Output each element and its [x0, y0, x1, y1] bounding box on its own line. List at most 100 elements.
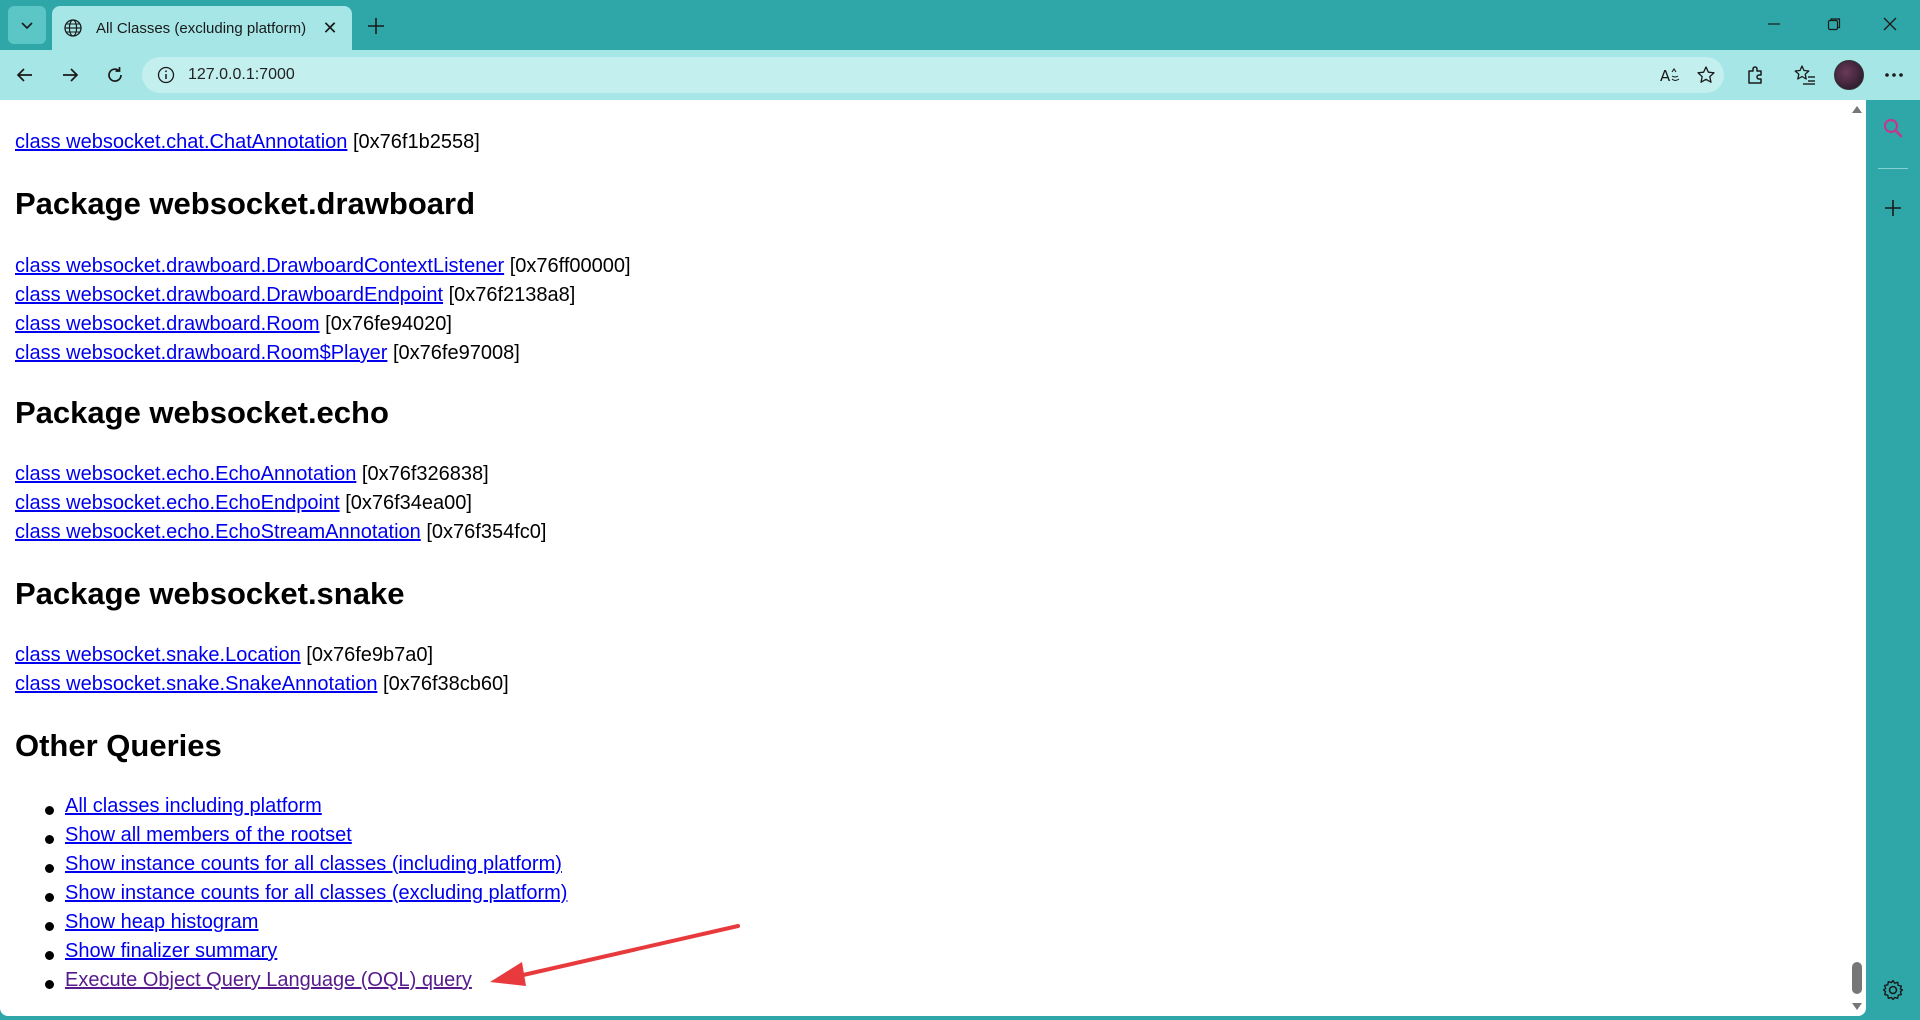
- address-bar[interactable]: 127.0.0.1:7000 A: [142, 57, 1724, 93]
- query-link-heap-histogram[interactable]: Show heap histogram: [65, 911, 258, 933]
- query-item: All classes including platform: [65, 792, 322, 821]
- read-aloud-icon[interactable]: A: [1652, 57, 1688, 93]
- scroll-up-arrow[interactable]: [1852, 106, 1862, 113]
- refresh-icon: [108, 67, 122, 82]
- tab-close-button[interactable]: ✕: [318, 16, 342, 40]
- ellipsis-icon: [1885, 73, 1903, 77]
- sidebar-search-button[interactable]: [1875, 110, 1911, 146]
- vertical-scrollbar[interactable]: [1848, 100, 1866, 1016]
- list-bullet: [45, 835, 54, 844]
- chevron-down-icon: [21, 22, 33, 30]
- class-link[interactable]: class websocket.echo.EchoEndpoint: [15, 492, 340, 514]
- list-bullet: [45, 806, 54, 815]
- package-heading: Package websocket.snake: [15, 576, 405, 611]
- edge-sidebar: [1866, 100, 1920, 1020]
- favorite-star-icon[interactable]: [1688, 57, 1724, 93]
- class-link[interactable]: class websocket.drawboard.Room$Player: [15, 342, 387, 364]
- plus-icon: [368, 18, 384, 34]
- class-row: class websocket.echo.EchoStreamAnnotatio…: [15, 518, 546, 547]
- search-icon: [1883, 118, 1903, 138]
- plus-icon: [1885, 200, 1901, 216]
- class-row: class websocket.snake.SnakeAnnotation [0…: [15, 670, 509, 699]
- query-item: Show finalizer summary: [65, 937, 277, 966]
- sidebar-divider: [1878, 168, 1908, 169]
- gear-icon: [1882, 979, 1904, 1001]
- profile-avatar[interactable]: [1834, 60, 1864, 90]
- query-link-finalizer-summary[interactable]: Show finalizer summary: [65, 940, 277, 962]
- class-row: class websocket.drawboard.Room$Player [0…: [15, 339, 520, 368]
- class-address: [0x76f326838]: [361, 463, 489, 485]
- query-link-instance-counts-excluding[interactable]: Show instance counts for all classes (ex…: [65, 882, 567, 904]
- class-address: [0x76f2138a8]: [448, 284, 576, 306]
- class-row: class websocket.drawboard.DrawboardEndpo…: [15, 281, 575, 310]
- tab-title: All Classes (excluding platform): [96, 19, 307, 37]
- class-row: class websocket.echo.EchoAnnotation [0x7…: [15, 460, 489, 489]
- list-bullet: [45, 893, 54, 902]
- navigation-toolbar: 127.0.0.1:7000 A: [0, 50, 1920, 100]
- minimize-icon: [1768, 23, 1780, 25]
- query-link-instance-counts-including[interactable]: Show instance counts for all classes (in…: [65, 853, 562, 875]
- class-link[interactable]: class websocket.echo.EchoStreamAnnotatio…: [15, 521, 421, 543]
- list-bullet: [45, 864, 54, 873]
- active-tab[interactable]: All Classes (excluding platform) ✕: [52, 6, 352, 50]
- package-heading: Package websocket.drawboard: [15, 186, 476, 221]
- minimize-button[interactable]: [1744, 0, 1804, 48]
- class-address: [0x76fe94020]: [325, 313, 452, 335]
- sidebar-settings-button[interactable]: [1875, 972, 1911, 1008]
- favorites-list-icon: [1794, 65, 1815, 85]
- extensions-button[interactable]: [1737, 57, 1773, 93]
- scroll-down-arrow[interactable]: [1852, 1003, 1862, 1010]
- query-link-all-classes-including-platform[interactable]: All classes including platform: [65, 795, 322, 817]
- page-viewport: class websocket.chat.ChatAnnotation [0x7…: [0, 100, 1866, 1016]
- list-bullet: [45, 980, 54, 989]
- arrow-left-icon: [16, 68, 32, 82]
- package-heading: Package websocket.echo: [15, 395, 389, 430]
- close-window-button[interactable]: [1860, 0, 1920, 48]
- query-link-oql[interactable]: Execute Object Query Language (OQL) quer…: [65, 969, 472, 991]
- forward-button[interactable]: [52, 57, 88, 93]
- class-link[interactable]: class websocket.echo.EchoAnnotation: [15, 463, 356, 485]
- title-bar: All Classes (excluding platform) ✕: [0, 0, 1920, 50]
- arrow-right-icon: [63, 68, 79, 82]
- sidebar-add-button[interactable]: [1875, 190, 1911, 226]
- class-link[interactable]: class websocket.snake.SnakeAnnotation: [15, 673, 377, 695]
- query-link-rootset[interactable]: Show all members of the rootset: [65, 824, 352, 846]
- class-address: [0x76f34ea00]: [345, 492, 472, 514]
- class-address: [0x76f38cb60]: [383, 673, 509, 695]
- list-bullet: [45, 922, 54, 931]
- svg-text:A: A: [1660, 67, 1671, 84]
- class-address: [0x76fe9b7a0]: [306, 644, 434, 666]
- class-row: class websocket.snake.Location [0x76fe9b…: [15, 641, 433, 670]
- site-info-icon[interactable]: [148, 57, 184, 93]
- close-icon: [1883, 17, 1897, 31]
- refresh-button[interactable]: [97, 57, 133, 93]
- class-address: [0x76ff00000]: [509, 255, 631, 277]
- back-button[interactable]: [7, 57, 43, 93]
- query-item: Show heap histogram: [65, 908, 258, 937]
- restore-icon: [1827, 18, 1841, 31]
- scroll-thumb[interactable]: [1852, 962, 1862, 994]
- other-queries-heading: Other Queries: [15, 728, 222, 763]
- class-row: class websocket.drawboard.Room [0x76fe94…: [15, 310, 452, 339]
- class-row: class websocket.chat.ChatAnnotation [0x7…: [15, 128, 480, 157]
- class-row: class websocket.drawboard.DrawboardConte…: [15, 252, 631, 281]
- globe-icon: [62, 17, 84, 39]
- class-link[interactable]: class websocket.drawboard.Room: [15, 313, 320, 335]
- new-tab-button[interactable]: [360, 10, 392, 42]
- favorites-button[interactable]: [1787, 57, 1823, 93]
- class-link[interactable]: class websocket.drawboard.DrawboardEndpo…: [15, 284, 443, 306]
- puzzle-icon: [1748, 66, 1762, 84]
- restore-button[interactable]: [1804, 0, 1864, 48]
- class-link[interactable]: class websocket.snake.Location: [15, 644, 301, 666]
- class-address: [0x76fe97008]: [392, 342, 520, 364]
- query-item: Show all members of the rootset: [65, 821, 352, 850]
- url-text[interactable]: 127.0.0.1:7000: [188, 66, 1652, 84]
- class-link[interactable]: class websocket.chat.ChatAnnotation: [15, 131, 347, 153]
- class-row: class websocket.echo.EchoEndpoint [0x76f…: [15, 489, 472, 518]
- tab-actions-menu-button[interactable]: [8, 6, 46, 44]
- query-item: Show instance counts for all classes (ex…: [65, 879, 567, 908]
- class-link[interactable]: class websocket.drawboard.DrawboardConte…: [15, 255, 504, 277]
- class-address: [0x76f354fc0]: [426, 521, 547, 543]
- class-address: [0x76f1b2558]: [352, 131, 480, 153]
- more-options-button[interactable]: [1876, 57, 1912, 93]
